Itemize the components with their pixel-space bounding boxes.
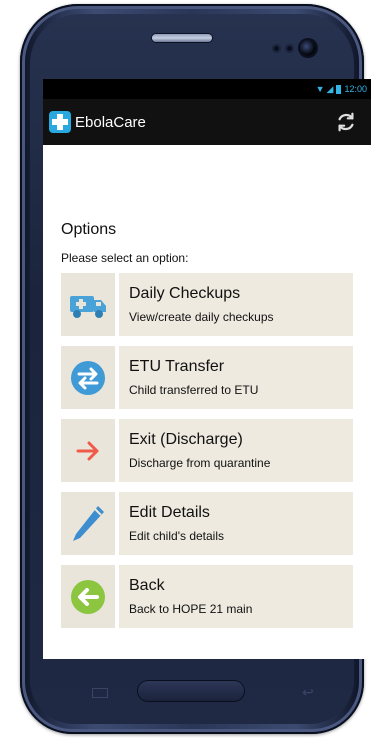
status-time: 12:00 xyxy=(344,84,367,94)
option-subtitle: View/create daily checkups xyxy=(129,310,274,324)
page-subtitle: Please select an option: xyxy=(61,251,189,265)
proximity-sensor xyxy=(272,44,281,53)
option-title: Back xyxy=(129,577,165,594)
refresh-icon[interactable] xyxy=(335,111,357,133)
option-icon-container xyxy=(61,565,115,628)
option-title: Edit Details xyxy=(129,504,210,521)
option-text: Edit Details Edit child's details xyxy=(119,492,353,555)
medical-cross-icon[interactable] xyxy=(49,111,71,133)
signal-icon: ◢ xyxy=(326,83,334,94)
pencil-icon xyxy=(73,505,104,541)
option-subtitle: Back to HOPE 21 main xyxy=(129,602,253,616)
daily-checkups-button[interactable]: Daily Checkups View/create daily checkup… xyxy=(61,273,353,336)
earpiece-speaker xyxy=(152,34,212,42)
etu-transfer-button[interactable]: ETU Transfer Child transferred to ETU xyxy=(61,346,353,409)
status-bar: ▼ ◢ 12:00 xyxy=(43,79,371,99)
app-title: EbolaCare xyxy=(75,113,146,131)
options-panel: Options Please select an option: Daily C… xyxy=(43,145,371,628)
exit-discharge-button[interactable]: Exit (Discharge) Discharge from quaranti… xyxy=(61,419,353,482)
ambulance-icon xyxy=(70,295,106,318)
wifi-icon: ▼ xyxy=(315,84,325,94)
page-title: Options xyxy=(61,221,117,238)
option-text: Back Back to HOPE 21 main xyxy=(119,565,353,628)
option-icon-container xyxy=(61,346,115,409)
option-subtitle: Child transferred to ETU xyxy=(129,383,259,397)
menu-key-icon[interactable] xyxy=(92,688,108,698)
option-subtitle: Edit child's details xyxy=(129,529,225,543)
option-icon-container xyxy=(61,492,115,555)
option-title: ETU Transfer xyxy=(129,358,225,375)
option-text: ETU Transfer Child transferred to ETU xyxy=(119,346,353,409)
back-key-icon[interactable]: ↩ xyxy=(302,684,314,701)
option-title: Daily Checkups xyxy=(129,285,241,302)
option-text: Daily Checkups View/create daily checkup… xyxy=(119,273,353,336)
home-button[interactable] xyxy=(137,680,245,702)
app-screen: ▼ ◢ 12:00 EbolaCare Options Please selec… xyxy=(43,79,371,659)
option-title: Exit (Discharge) xyxy=(129,431,243,448)
arrow-right-icon xyxy=(76,441,99,460)
back-arrow-icon xyxy=(71,579,105,614)
option-icon-container xyxy=(61,273,115,336)
battery-icon xyxy=(336,84,342,94)
option-text: Exit (Discharge) Discharge from quaranti… xyxy=(119,419,353,482)
front-camera xyxy=(300,40,316,56)
light-sensor xyxy=(285,44,294,53)
option-icon-container xyxy=(61,419,115,482)
transfer-icon xyxy=(71,360,105,395)
edit-details-button[interactable]: Edit Details Edit child's details xyxy=(61,492,353,555)
option-subtitle: Discharge from quarantine xyxy=(129,456,271,470)
action-bar: EbolaCare xyxy=(43,99,371,145)
back-button[interactable]: Back Back to HOPE 21 main xyxy=(61,565,353,628)
